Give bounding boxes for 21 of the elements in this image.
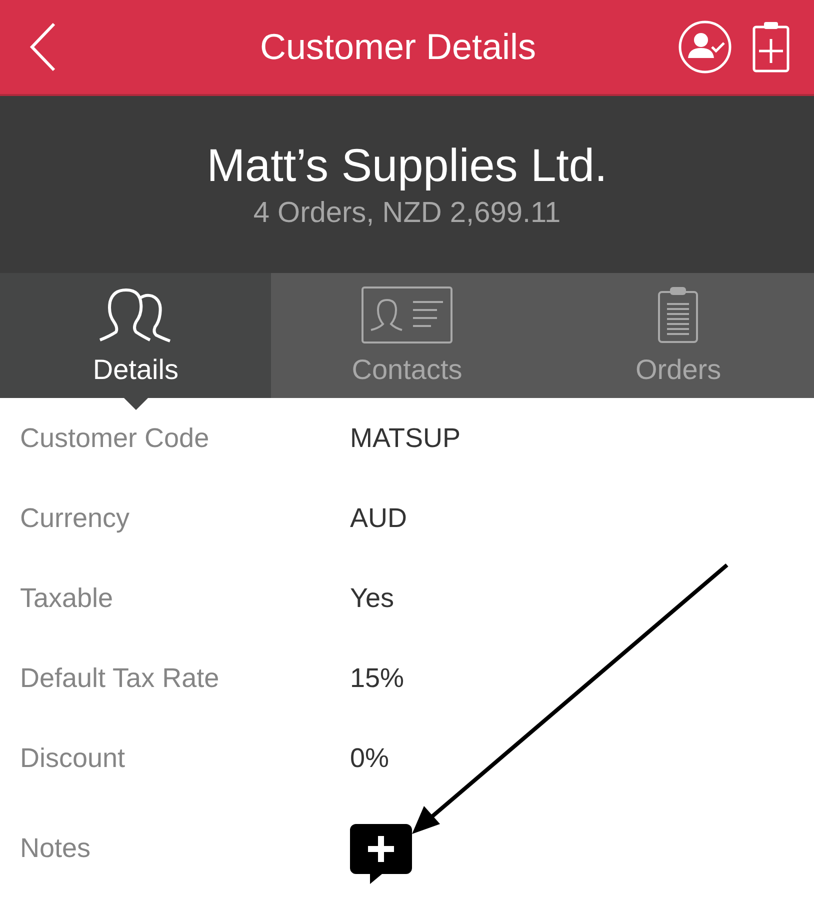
field-label: Currency [20, 502, 131, 534]
contact-card-icon [360, 286, 453, 344]
clipboard-plus-icon[interactable] [752, 21, 790, 73]
field-value: 0% [350, 742, 390, 774]
field-label: Default Tax Rate [20, 662, 220, 694]
customer-name: Matt’s Supplies Ltd. [206, 138, 608, 192]
customer-summary: 4 Orders, NZD 2,699.11 [253, 196, 561, 230]
field-value: MATSUP [350, 422, 461, 454]
field-value: 15% [350, 662, 404, 694]
field-label: Discount [20, 742, 126, 774]
tab-pointer [124, 398, 148, 410]
clipboard-icon [657, 286, 700, 344]
field-value: Yes [350, 582, 394, 614]
user-check-icon[interactable] [678, 20, 732, 74]
back-icon[interactable] [28, 22, 58, 72]
screen-title: Customer Details [258, 26, 538, 68]
field-label: Taxable [20, 582, 114, 614]
field-label: Notes [20, 832, 92, 864]
field-value: AUD [350, 502, 408, 534]
field-label: Customer Code [20, 422, 210, 454]
add-note-icon[interactable] [350, 824, 412, 886]
